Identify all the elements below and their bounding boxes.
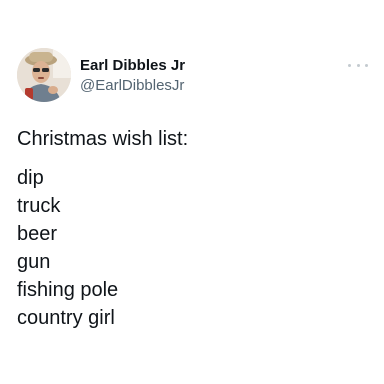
author-handle[interactable]: @EarlDibblesJr (80, 77, 184, 95)
wish-list-item: country girl (17, 307, 115, 329)
avatar[interactable] (17, 48, 71, 102)
tweet-heading: Christmas wish list: (17, 128, 189, 150)
ellipsis-dot (348, 63, 351, 67)
wish-list-item: fishing pole (17, 279, 119, 301)
ellipsis-dot (365, 63, 368, 67)
wish-list-item: beer (17, 223, 58, 245)
author-display-name[interactable]: Earl Dibbles Jr (80, 57, 185, 75)
wish-list-item: dip (17, 167, 44, 189)
ellipsis-dot (356, 63, 360, 67)
wish-list-item: truck (17, 195, 61, 217)
avatar-image (17, 48, 71, 102)
wish-list-item: gun (17, 251, 51, 273)
tweet-card: Earl Dibbles Jr @EarlDibblesJr Christmas… (0, 0, 384, 384)
tweet-text: Christmas wish list: dip truck beer gun … (17, 125, 367, 332)
ellipsis-icon[interactable] (348, 58, 368, 72)
